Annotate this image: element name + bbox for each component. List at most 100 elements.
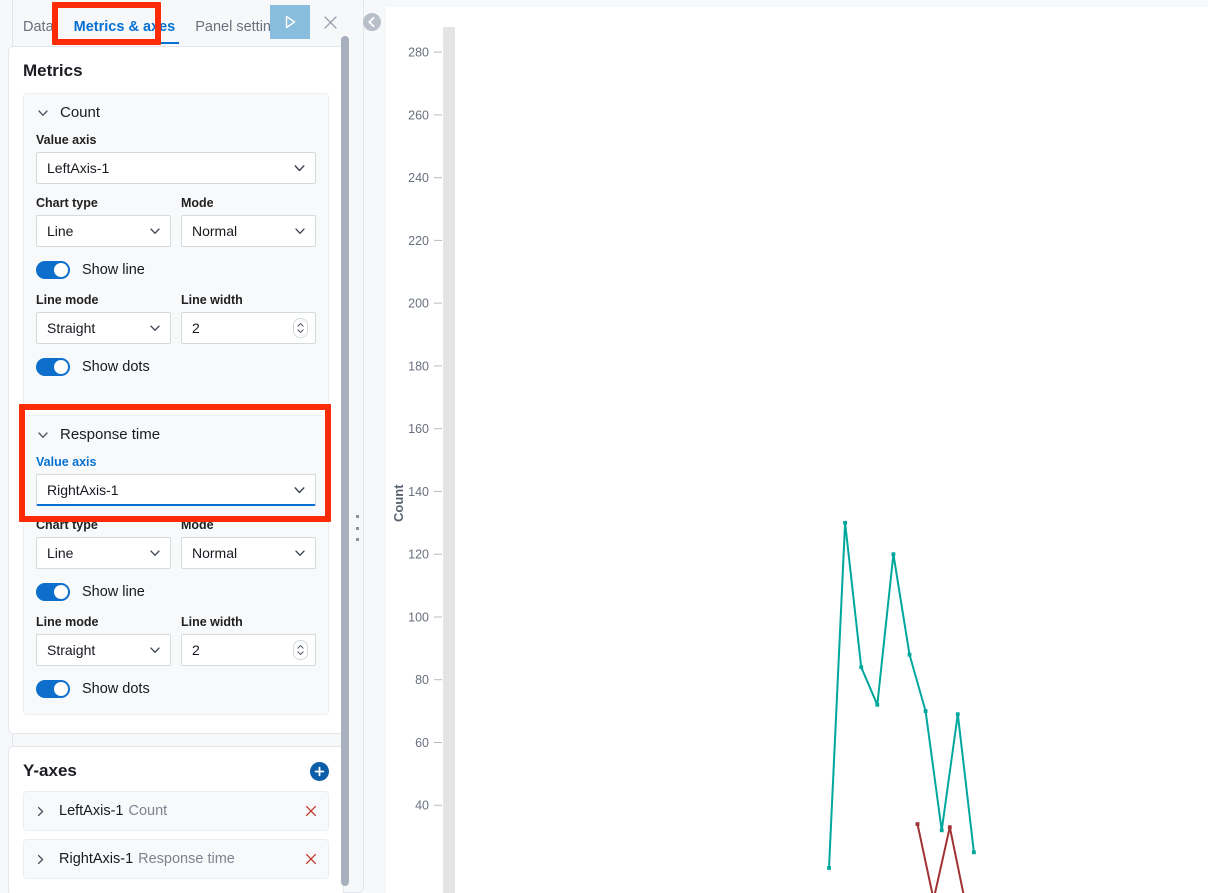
y-axis-tick-label: 200	[408, 297, 429, 311]
count-value-axis-label: Value axis	[36, 133, 97, 147]
metric-block-count: Count Value axis LeftAxis-1 Chart type L…	[23, 93, 329, 405]
response-time-chart-type-select[interactable]: Line	[36, 537, 171, 569]
count-mode-select[interactable]: Normal	[181, 215, 316, 247]
y-axis-band	[443, 27, 455, 893]
y-axis-metric-right: Response time	[138, 851, 235, 867]
count-line-mode-select[interactable]: Straight	[36, 312, 171, 344]
y-axis-metric-left: Count	[128, 803, 168, 819]
chevron-down-icon	[293, 224, 307, 238]
count-show-dots-toggle[interactable]: Show dots	[36, 358, 316, 376]
count-value-axis-value: LeftAxis-1	[47, 160, 110, 176]
count-value-axis-select[interactable]: LeftAxis-1	[36, 152, 316, 184]
response-time-show-dots-label: Show dots	[82, 681, 150, 697]
chart-top-strip	[386, 0, 1208, 7]
remove-y-axis-right-button[interactable]	[304, 852, 318, 866]
series-dot	[915, 822, 920, 826]
series-dot	[955, 712, 960, 717]
close-icon	[323, 15, 337, 29]
y-axes-header: Y-axes	[23, 761, 329, 781]
response-time-chart-type-label: Chart type	[36, 518, 98, 532]
panel-resize-handle[interactable]	[352, 515, 362, 541]
chevron-down-icon	[36, 428, 50, 442]
play-icon	[285, 15, 296, 29]
add-y-axis-button[interactable]	[310, 761, 329, 781]
metric-response-time-header[interactable]: Response time	[36, 426, 316, 443]
count-line-width-stepper[interactable]	[293, 318, 308, 338]
y-axis-tick-label: 140	[408, 485, 429, 499]
close-editor-button[interactable]	[318, 10, 342, 34]
count-line-mode-label: Line mode	[36, 293, 99, 307]
series-dot	[947, 825, 952, 830]
y-axis-title: Count	[391, 484, 406, 522]
toggle-switch-on-icon	[36, 261, 70, 279]
y-axis-tick-label: 160	[408, 422, 429, 436]
close-icon	[305, 805, 317, 817]
chart-svg: 280 260 240 220 200 180 160 140 120 100 80 60 40 Coun…	[391, 27, 976, 893]
y-axis-tick-label: 40	[415, 799, 429, 813]
chevron-right-icon	[34, 853, 47, 866]
editor-tabbar: Data Metrics & axes Panel settings	[13, 12, 296, 46]
response-time-show-line-toggle[interactable]: Show line	[36, 583, 316, 601]
collapse-panel-button[interactable]	[362, 12, 382, 32]
count-show-line-toggle[interactable]: Show line	[36, 261, 316, 279]
toggle-switch-on-icon	[36, 358, 70, 376]
chevron-down-icon	[148, 546, 162, 560]
response-time-mode-label: Mode	[181, 518, 214, 532]
response-time-mode-select[interactable]: Normal	[181, 537, 316, 569]
series-dot	[843, 520, 847, 525]
chevron-down-icon	[36, 106, 50, 120]
close-icon	[305, 853, 317, 865]
response-time-show-dots-toggle[interactable]: Show dots	[36, 680, 316, 698]
response-time-line-width-label: Line width	[181, 615, 243, 629]
count-chart-type-select[interactable]: Line	[36, 215, 171, 247]
y-axis-tick-label: 220	[408, 234, 429, 248]
series-dot	[939, 828, 944, 833]
editor-panel-scrollbar[interactable]	[341, 36, 349, 886]
plus-icon	[314, 766, 325, 776]
tab-metrics-axes[interactable]: Metrics & axes	[64, 15, 186, 44]
response-time-value-axis-select[interactable]: RightAxis-1	[36, 474, 316, 506]
response-time-chart-type-value: Line	[47, 545, 74, 561]
series-line-response-time	[916, 823, 965, 893]
y-axis-tick-label: 120	[408, 548, 429, 562]
series-dot	[859, 665, 864, 670]
chevron-down-icon	[292, 161, 307, 176]
response-time-line-width-stepper[interactable]	[293, 640, 308, 660]
chevron-down-icon	[148, 224, 162, 238]
y-axis-row-rightaxis-1[interactable]: RightAxis-1 Response time	[23, 839, 329, 879]
chevron-down-icon	[148, 321, 162, 335]
count-line-width-input[interactable]: 2	[181, 312, 316, 344]
series-dot	[923, 709, 928, 713]
response-time-line-width-input[interactable]: 2	[181, 634, 316, 666]
y-axis-row-leftaxis-1[interactable]: LeftAxis-1 Count	[23, 791, 329, 831]
count-mode-label: Mode	[181, 196, 214, 210]
remove-y-axis-left-button[interactable]	[304, 804, 318, 818]
caret-up-icon	[297, 645, 304, 649]
response-time-mode-value: Normal	[192, 545, 238, 561]
count-line-width-label: Line width	[181, 293, 243, 307]
metric-count-header[interactable]: Count	[36, 104, 316, 121]
count-line-width-value: 2	[192, 320, 200, 336]
tab-data-label: Data	[23, 18, 54, 35]
count-mode-value: Normal	[192, 223, 238, 239]
chevron-down-icon	[292, 482, 307, 497]
y-axis-tick-label: 80	[415, 673, 429, 687]
y-axis-tick-label: 60	[415, 736, 429, 750]
run-update-button[interactable]	[270, 5, 310, 39]
count-show-line-label: Show line	[82, 262, 145, 278]
response-time-linemode-width-row: Line mode Straight Line width 2	[36, 615, 316, 666]
response-time-line-width-value: 2	[192, 642, 200, 658]
chevron-down-icon	[148, 643, 162, 657]
y-axes-card: Y-axes LeftAxis-1 Count RightAxis-1 Resp…	[8, 746, 344, 893]
response-time-line-mode-select[interactable]: Straight	[36, 634, 171, 666]
y-axis-tick-label: 240	[408, 171, 429, 185]
series-dot	[827, 866, 831, 870]
chart-panel: 280 260 240 220 200 180 160 140 120 100 80 60 40 Coun…	[386, 0, 1208, 893]
metrics-card: Metrics Count Value axis LeftAxis-1 Char…	[8, 46, 344, 734]
tab-data[interactable]: Data	[13, 15, 64, 44]
response-time-line-mode-value: Straight	[47, 642, 96, 658]
chevron-down-icon	[293, 546, 307, 560]
caret-down-icon	[297, 329, 304, 333]
count-show-dots-label: Show dots	[82, 359, 150, 375]
metric-block-response-time: Response time Value axis RightAxis-1 Cha…	[23, 415, 329, 715]
